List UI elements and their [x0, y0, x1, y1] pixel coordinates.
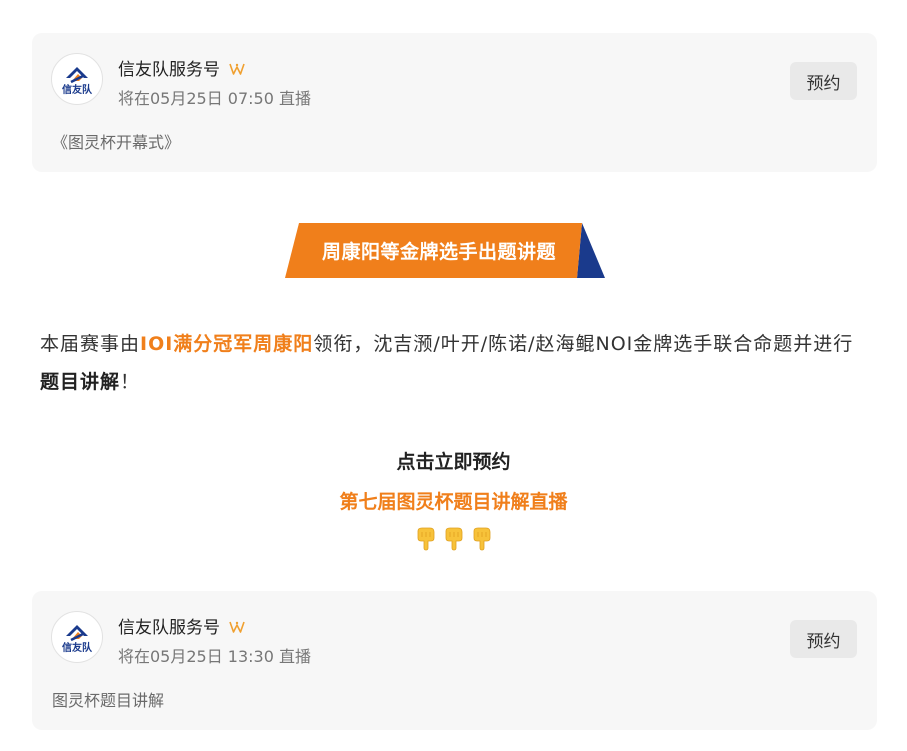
section-banner: 周康阳等金牌选手出题讲题: [285, 223, 605, 278]
reserve-button[interactable]: 预约: [790, 620, 857, 658]
avatar: 信友队: [51, 611, 103, 663]
champion-highlight: IOI满分冠军周康阳: [140, 333, 314, 355]
pointing-down-hand-icon: [473, 527, 490, 551]
verified-badge-icon: [229, 619, 246, 639]
cta-heading: 点击立即预约: [396, 451, 511, 473]
cta-subheading: 第七届图灵杯题目讲解直播: [339, 491, 568, 513]
reserve-button[interactable]: 预约: [790, 62, 857, 100]
banner-title: 周康阳等金牌选手出题讲题: [321, 241, 556, 263]
account-name: 信友队服务号: [118, 613, 246, 639]
intro-paragraph: 本届赛事由IOI满分冠军周康阳领衔，沈吉滪/叶开/陈诺/赵海鲲NOI金牌选手联合…: [40, 333, 854, 393]
live-schedule: 将在05月25日 07:50 直播: [118, 89, 312, 108]
live-reservation-card[interactable]: 信友队 信友队服务号 将在05月25日 07:50 直播 预约 《图灵杯开幕式》: [32, 33, 877, 172]
verified-badge-icon: [229, 61, 246, 81]
avatar: 信友队: [51, 53, 103, 105]
pointing-down-hand-icon: [417, 527, 434, 551]
live-title: 《图灵杯开幕式》: [52, 133, 181, 152]
problem-explanation-bold: 题目讲解: [40, 371, 121, 393]
live-schedule: 将在05月25日 13:30 直播: [118, 647, 312, 666]
live-reservation-card[interactable]: 信友队 信友队服务号 将在05月25日 13:30 直播 预约 图灵杯题目讲解: [32, 591, 877, 730]
xinyoudui-logo-icon: 信友队: [62, 67, 93, 96]
pointing-down-hand-icon: [445, 527, 462, 551]
svg-text:信友队: 信友队: [62, 83, 93, 96]
pointer-row: [0, 527, 907, 551]
account-name: 信友队服务号: [118, 55, 246, 81]
live-title: 图灵杯题目讲解: [52, 691, 165, 710]
xinyoudui-logo-icon: 信友队: [62, 625, 93, 654]
svg-text:信友队: 信友队: [62, 641, 93, 654]
